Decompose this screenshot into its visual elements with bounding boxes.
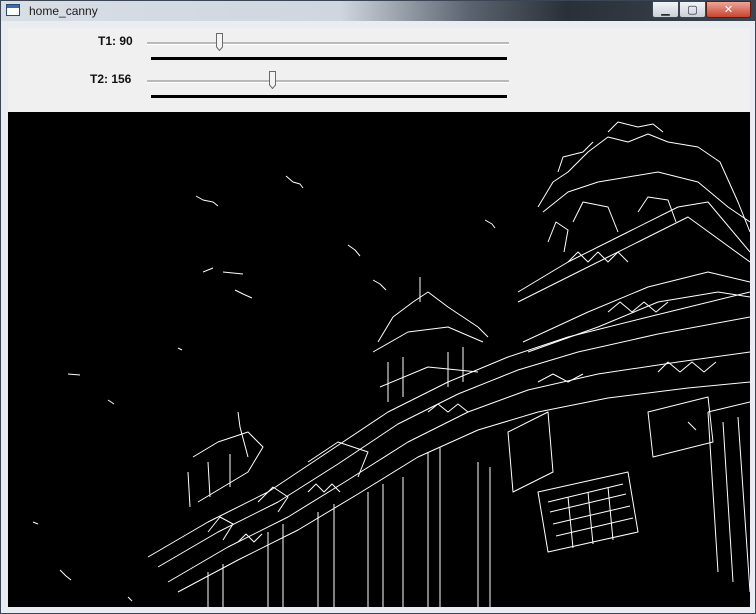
title-bar[interactable]: home_canny ▁ ▢ ✕ bbox=[1, 1, 755, 21]
app-icon bbox=[6, 4, 20, 16]
t2-slider-track[interactable] bbox=[147, 80, 509, 83]
window-title: home_canny bbox=[29, 4, 98, 18]
maximize-button[interactable]: ▢ bbox=[679, 1, 706, 18]
t1-slider-thumb[interactable] bbox=[215, 33, 223, 51]
trackbar-panel: T1: 90 T2: 156 bbox=[8, 28, 750, 112]
t2-slider-thumb[interactable] bbox=[268, 71, 276, 89]
canny-edge-image bbox=[8, 112, 750, 607]
t2-slider-bar bbox=[151, 95, 507, 98]
t1-label: T1: 90 bbox=[98, 34, 133, 48]
t1-slider-bar bbox=[151, 57, 507, 60]
t1-slider-track[interactable] bbox=[147, 42, 509, 45]
edge-drawing bbox=[32, 121, 750, 607]
t2-label: T2: 156 bbox=[90, 72, 132, 86]
opencv-window: home_canny ▁ ▢ ✕ T1: 90 T2: 156 bbox=[0, 0, 756, 614]
minimize-button[interactable]: ▁ bbox=[652, 1, 679, 18]
close-button[interactable]: ✕ bbox=[706, 1, 751, 18]
